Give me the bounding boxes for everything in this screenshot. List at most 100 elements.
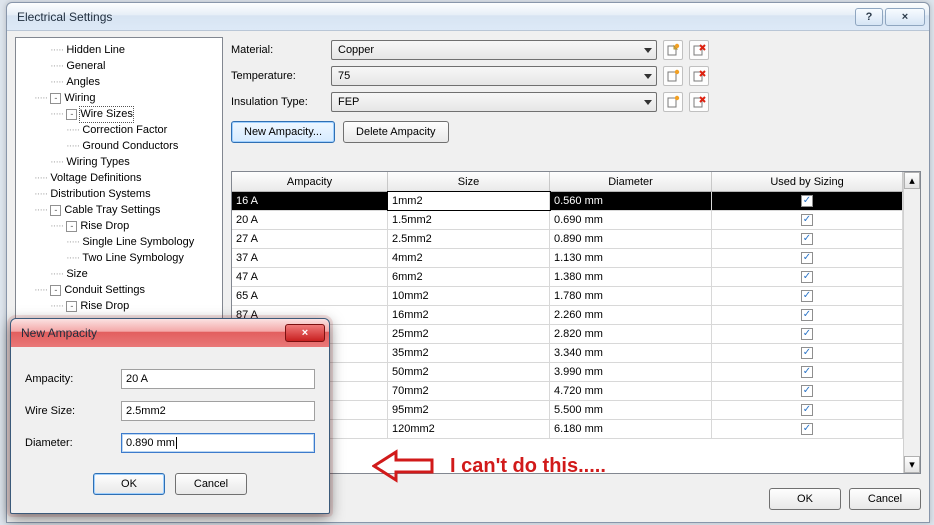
cell-used-by-sizing[interactable]: ✓	[712, 230, 903, 248]
modal-wiresize-input[interactable]: 2.5mm2	[121, 401, 315, 421]
tree-item[interactable]: ·····Angles	[18, 74, 220, 90]
cell-diameter[interactable]: 2.260 mm	[550, 306, 712, 324]
cell-used-by-sizing[interactable]: ✓	[712, 192, 903, 210]
cell-used-by-sizing[interactable]: ✓	[712, 211, 903, 229]
tree-item[interactable]: ·····-Rise Drop	[18, 218, 220, 234]
tree-item[interactable]: ·····-Wire Sizes	[18, 106, 220, 122]
table-row[interactable]: 25mm22.820 mm ✓	[232, 325, 903, 344]
checkbox-icon[interactable]: ✓	[801, 214, 813, 226]
tree-item[interactable]: ·····General	[18, 58, 220, 74]
cell-used-by-sizing[interactable]: ✓	[712, 325, 903, 343]
table-row[interactable]: 37 A4mm21.130 mm✓	[232, 249, 903, 268]
tree-item[interactable]: ·····Voltage Definitions	[18, 170, 220, 186]
checkbox-icon[interactable]: ✓	[801, 195, 813, 207]
modal-close-button[interactable]: ×	[285, 324, 325, 342]
temperature-new-icon[interactable]	[663, 66, 683, 86]
temperature-combo[interactable]: 75	[331, 66, 657, 86]
tree-item[interactable]: ·····-Conduit Settings	[18, 282, 220, 298]
cell-diameter[interactable]: 2.820 mm	[550, 325, 712, 343]
checkbox-icon[interactable]: ✓	[801, 233, 813, 245]
table-row[interactable]: 47 A6mm21.380 mm ✓	[232, 268, 903, 287]
cell-size[interactable]: 1mm2	[388, 192, 550, 210]
expand-icon[interactable]: -	[66, 221, 77, 232]
modal-ampacity-input[interactable]: 20 A	[121, 369, 315, 389]
cell-size[interactable]: 1.5mm2	[388, 211, 550, 229]
tree-item[interactable]: ·····Distribution Systems	[18, 186, 220, 202]
table-row[interactable]: 35mm23.340 mm ✓	[232, 344, 903, 363]
cell-ampacity[interactable]: 65 A	[232, 287, 388, 305]
checkbox-icon[interactable]: ✓	[801, 271, 813, 283]
col-used-by-sizing[interactable]: Used by Sizing	[712, 172, 903, 191]
table-row[interactable]: 65 A10mm21.780 mm ✓	[232, 287, 903, 306]
table-row[interactable]: 70mm24.720 mm✓	[232, 382, 903, 401]
checkbox-icon[interactable]: ✓	[801, 328, 813, 340]
cell-diameter[interactable]: 1.380 mm	[550, 268, 712, 286]
checkbox-icon[interactable]: ✓	[801, 290, 813, 302]
cell-diameter[interactable]: 0.890 mm	[550, 230, 712, 248]
cell-used-by-sizing[interactable]: ✓	[712, 363, 903, 381]
checkbox-icon[interactable]: ✓	[801, 252, 813, 264]
cell-ampacity[interactable]: 37 A	[232, 249, 388, 267]
material-delete-icon[interactable]	[689, 40, 709, 60]
tree-item[interactable]: ·····-Cable Tray Settings	[18, 202, 220, 218]
checkbox-icon[interactable]: ✓	[801, 366, 813, 378]
table-row[interactable]: 87 A16mm22.260 mm✓	[232, 306, 903, 325]
modal-cancel-button[interactable]: Cancel	[175, 473, 247, 495]
insulation-delete-icon[interactable]	[689, 92, 709, 112]
cell-diameter[interactable]: 0.690 mm	[550, 211, 712, 229]
tree-item[interactable]: ·····Correction Factor	[18, 122, 220, 138]
cell-used-by-sizing[interactable]: ✓	[712, 420, 903, 438]
checkbox-icon[interactable]: ✓	[801, 423, 813, 435]
cell-size[interactable]: 25mm2	[388, 325, 550, 343]
tree-item[interactable]: ·····-Rise Drop	[18, 298, 220, 314]
cell-diameter[interactable]: 0.560 mm	[550, 192, 712, 210]
cell-used-by-sizing[interactable]: ✓	[712, 268, 903, 286]
col-ampacity[interactable]: Ampacity	[232, 172, 388, 191]
tree-item[interactable]: ·····Wiring Types	[18, 154, 220, 170]
cell-ampacity[interactable]: 20 A	[232, 211, 388, 229]
checkbox-icon[interactable]: ✓	[801, 309, 813, 321]
table-row[interactable]: 27 A2.5mm20.890 mm✓	[232, 230, 903, 249]
checkbox-icon[interactable]: ✓	[801, 404, 813, 416]
expand-icon[interactable]: -	[50, 93, 61, 104]
cell-size[interactable]: 16mm2	[388, 306, 550, 324]
delete-ampacity-button[interactable]: Delete Ampacity	[343, 121, 448, 143]
cell-size[interactable]: 95mm2	[388, 401, 550, 419]
cell-diameter[interactable]: 4.720 mm	[550, 382, 712, 400]
cell-ampacity[interactable]: 27 A	[232, 230, 388, 248]
cell-diameter[interactable]: 1.780 mm	[550, 287, 712, 305]
table-row[interactable]: 20 A1.5mm20.690 mm ✓	[232, 211, 903, 230]
table-row[interactable]: 50mm23.990 mm ✓	[232, 363, 903, 382]
temperature-delete-icon[interactable]	[689, 66, 709, 86]
cell-size[interactable]: 120mm2	[388, 420, 550, 438]
tree-item[interactable]: ·····Single Line Symbology	[18, 234, 220, 250]
cell-diameter[interactable]: 3.340 mm	[550, 344, 712, 362]
material-combo[interactable]: Copper	[331, 40, 657, 60]
cell-diameter[interactable]: 3.990 mm	[550, 363, 712, 381]
insulation-new-icon[interactable]	[663, 92, 683, 112]
cell-ampacity[interactable]: 47 A	[232, 268, 388, 286]
tree-item[interactable]: ·····Hidden Line	[18, 42, 220, 58]
insulation-combo[interactable]: FEP	[331, 92, 657, 112]
main-cancel-button[interactable]: Cancel	[849, 488, 921, 510]
cell-size[interactable]: 6mm2	[388, 268, 550, 286]
checkbox-icon[interactable]: ✓	[801, 347, 813, 359]
cell-size[interactable]: 70mm2	[388, 382, 550, 400]
tree-item[interactable]: ·····Size	[18, 266, 220, 282]
cell-used-by-sizing[interactable]: ✓	[712, 249, 903, 267]
cell-size[interactable]: 10mm2	[388, 287, 550, 305]
modal-diameter-input[interactable]: 0.890 mm	[121, 433, 315, 453]
cell-used-by-sizing[interactable]: ✓	[712, 382, 903, 400]
cell-ampacity[interactable]: 16 A	[232, 192, 388, 210]
scroll-up-icon[interactable]: ▴	[904, 172, 920, 189]
cell-size[interactable]: 50mm2	[388, 363, 550, 381]
cell-used-by-sizing[interactable]: ✓	[712, 306, 903, 324]
close-button[interactable]: ×	[885, 8, 925, 26]
modal-ok-button[interactable]: OK	[93, 473, 165, 495]
help-button[interactable]: ?	[855, 8, 883, 26]
cell-size[interactable]: 35mm2	[388, 344, 550, 362]
expand-icon[interactable]: -	[50, 285, 61, 296]
main-ok-button[interactable]: OK	[769, 488, 841, 510]
material-new-icon[interactable]	[663, 40, 683, 60]
table-row[interactable]: 120mm26.180 mm✓	[232, 420, 903, 439]
